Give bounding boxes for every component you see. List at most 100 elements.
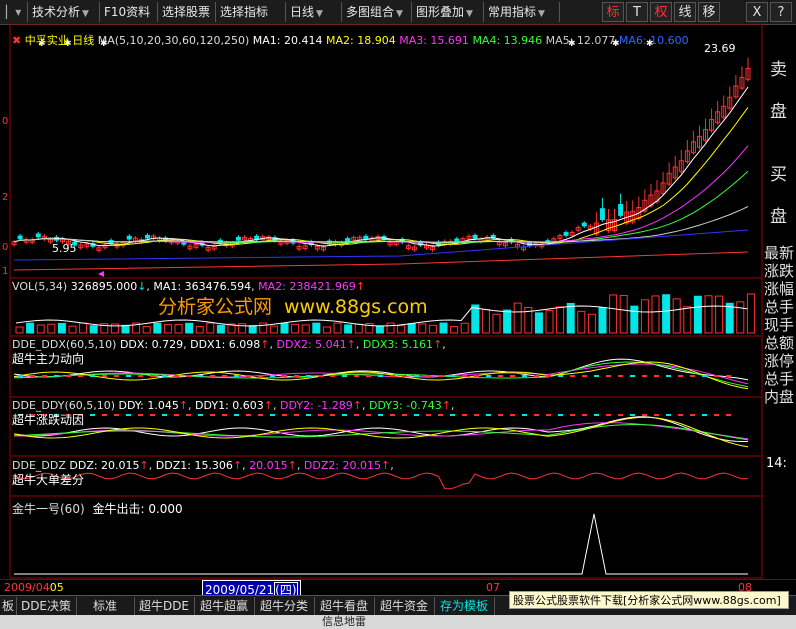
ddx-bar: [714, 375, 719, 377]
volume-bar: [238, 323, 247, 334]
tab-board[interactable]: 板: [0, 597, 17, 615]
ma-line-60: [13, 206, 749, 243]
t-button[interactable]: T: [626, 2, 648, 22]
tab-super-dde[interactable]: 超牛DDE: [134, 597, 195, 615]
volume-bar: [36, 324, 45, 334]
ddy3-value: DDY3: -0.743: [368, 399, 442, 412]
volume-bar: [566, 302, 575, 334]
technical-analysis-menu[interactable]: 技术分析 ▼: [28, 2, 100, 22]
ma4-value: MA4: 13.946: [472, 34, 543, 47]
ddx-bar: [318, 375, 323, 377]
date-start: 2009/0405: [4, 581, 64, 594]
candle-body: [17, 235, 23, 240]
tab-super-capital[interactable]: 超牛资金: [374, 597, 435, 615]
ddy-bar: [438, 414, 443, 416]
move-button[interactable]: 移: [698, 2, 720, 22]
quote-field: 总额: [764, 334, 795, 352]
ddy-bar: [90, 414, 95, 416]
ddy-bar: [318, 414, 323, 416]
ddx-bar: [606, 375, 611, 377]
tab-save-template[interactable]: 存为模板: [434, 597, 495, 615]
status-bar: 信息地雷: [0, 615, 796, 629]
ddy-bar: [222, 414, 227, 416]
ddx-bar: [282, 375, 287, 377]
volume-bar: [619, 294, 628, 334]
rights-button[interactable]: 权: [650, 2, 672, 22]
ddy-bar: [198, 414, 203, 416]
volume-bar: [153, 322, 162, 334]
ddx-bar: [246, 375, 251, 377]
select-indicator-button[interactable]: 选择指标: [216, 2, 286, 22]
ddx-bar: [366, 375, 371, 377]
stock-name: 中孚实业: [24, 34, 69, 47]
ddx1-value: DDX1: 6.098: [190, 338, 261, 351]
time-label: 14:: [766, 456, 787, 471]
volume-bar: [471, 304, 480, 334]
mark-button[interactable]: 标: [602, 2, 624, 22]
close-icon[interactable]: X: [746, 2, 768, 22]
ddx-bar: [294, 375, 299, 377]
ddy-bar: [426, 414, 431, 416]
ddx-bar: [642, 375, 647, 377]
ddx-bar: [594, 375, 599, 377]
download-banner[interactable]: 股票公式股票软件下载[分析家公式网www.88gs.com]: [509, 591, 789, 609]
tab-super-classify[interactable]: 超牛分类: [254, 597, 315, 615]
tab-super-watch[interactable]: 超牛看盘: [314, 597, 375, 615]
volume-bar: [248, 325, 257, 334]
ddy-bar: [510, 414, 515, 416]
volume-bar: [142, 326, 151, 334]
ddx-bar: [42, 375, 47, 377]
tab-super-win[interactable]: 超牛超赢: [194, 597, 255, 615]
ddx-bar: [66, 375, 71, 377]
ddx-bar: [150, 375, 155, 377]
ddx-subtitle: 超牛主力动向: [12, 352, 85, 366]
volume-bar: [577, 310, 586, 334]
volume-bar: [418, 323, 427, 334]
ddx-bar: [114, 375, 119, 377]
quote-field: 涨停: [764, 352, 795, 370]
ddy-subtitle: 超牛涨跌动因: [12, 413, 85, 427]
candle-body: [618, 204, 624, 216]
quote-field: 总手: [764, 298, 795, 316]
jinniu-signal: 金牛出击: 0.000: [92, 502, 183, 516]
volume-bar: [174, 324, 183, 334]
volume-bar: [301, 324, 310, 334]
ddy-bar: [702, 414, 707, 416]
candle-body: [345, 238, 351, 242]
volume-bar: [89, 325, 98, 334]
ddx-bar: [702, 375, 707, 377]
volume-bar: [163, 324, 172, 334]
date-day: 05: [49, 581, 64, 594]
volume-bar: [630, 305, 639, 334]
candle-body: [254, 235, 260, 240]
up-arrow-icon: ↑: [441, 399, 451, 412]
ma-params: MA(5,10,20,30,60,120,250): [97, 34, 250, 47]
ddy-bar: [570, 414, 575, 416]
multi-chart-menu[interactable]: 多图组合 ▼: [342, 2, 412, 22]
volume-bar: [57, 322, 66, 334]
common-indicator-menu[interactable]: 常用指标 ▼: [484, 2, 560, 22]
tab-dde-decision[interactable]: DDE决策: [16, 597, 77, 615]
ddy-bar: [138, 414, 143, 416]
buy-label-2: 盘: [770, 207, 787, 227]
high-price-label: 23.69: [704, 42, 736, 55]
help-icon[interactable]: ?: [770, 2, 792, 22]
menu-label: 图形叠加: [416, 5, 465, 19]
ddy-bar: [678, 414, 683, 416]
volume-bar: [598, 307, 607, 334]
up-arrow-icon: ↑: [381, 459, 391, 472]
ddx-bar: [726, 375, 731, 377]
select-stock-button[interactable]: 选择股票: [158, 2, 216, 22]
ddy-bar: [486, 414, 491, 416]
close-x-icon[interactable]: ✖: [12, 34, 21, 47]
line-button[interactable]: 线: [674, 2, 696, 22]
ddy-bar: [258, 414, 263, 416]
ddy-bar: [474, 414, 479, 416]
f10-info-button[interactable]: F10资料: [100, 2, 158, 22]
ddx3-value: DDX3: 5.161: [362, 338, 434, 351]
period-menu[interactable]: 日线 ▼: [286, 2, 342, 22]
ddy-bar: [726, 414, 731, 416]
overlay-menu[interactable]: 图形叠加 ▼: [412, 2, 484, 22]
ddy-bar: [534, 414, 539, 416]
tab-standard[interactable]: 标准: [76, 597, 135, 615]
